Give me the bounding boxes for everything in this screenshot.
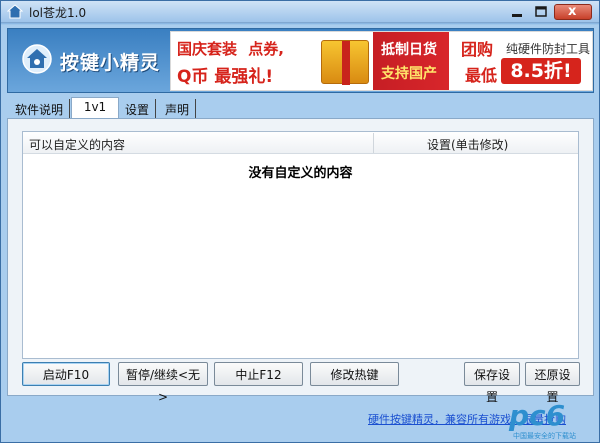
app-icon <box>7 4 23 19</box>
tab-settings[interactable]: 设置 <box>119 99 157 119</box>
banner-group-buy: 团购 <box>461 40 494 59</box>
minimize-icon[interactable] <box>507 4 527 20</box>
banner-middle-line1: 抵制日货 <box>381 42 437 58</box>
banner-lowest: 最低 <box>465 66 498 85</box>
pause-resume-button[interactable]: 暂停/继续<无> <box>118 362 208 404</box>
title-bar[interactable]: lol苍龙1.0 x <box>1 1 599 23</box>
watermark-logo: pc6 <box>509 399 566 432</box>
pc6-watermark: pc6 中国最安全的下载站 <box>509 399 595 441</box>
logo-icon <box>22 44 52 74</box>
tab-software-info[interactable]: 软件说明 <box>9 99 71 119</box>
banner-product-text: 纯硬件防封工具 <box>506 42 591 56</box>
column-header-settings[interactable]: 设置(单击修改) <box>427 136 508 153</box>
banner-promo-line2: Q币 最强礼! <box>177 67 274 87</box>
tab-panel-1v1: 可以自定义的内容 设置(单击修改) 没有自定义的内容 启动F10 暂停/继续<无… <box>7 118 594 404</box>
close-icon: x <box>568 4 577 19</box>
header-banner-area: 按键小精灵 国庆套装 点券, Q币 最强礼! 抵制日货 支持国产 团购 纯硬件防… <box>7 28 594 93</box>
tab-bar: 软件说明 1v1 设置 声明 <box>7 97 594 119</box>
banner-price: 8.5折! <box>501 58 581 84</box>
column-divider[interactable] <box>373 133 374 153</box>
stop-button[interactable]: 中止F12 <box>214 362 303 386</box>
maximize-icon[interactable] <box>531 4 551 20</box>
ad-banner[interactable]: 国庆套装 点券, Q币 最强礼! 抵制日货 支持国产 团购 纯硬件防封工具 最低… <box>170 31 593 91</box>
start-button[interactable]: 启动F10 <box>22 362 110 386</box>
window-title: lol苍龙1.0 <box>29 6 87 20</box>
save-settings-button[interactable]: 保存设置 <box>464 362 520 404</box>
column-header-content[interactable]: 可以自定义的内容 <box>29 136 125 153</box>
gift-box-icon <box>321 40 369 85</box>
watermark-subtitle: 中国最安全的下载站 <box>513 432 576 440</box>
tab-1v1[interactable]: 1v1 <box>71 97 119 119</box>
custom-content-list[interactable]: 可以自定义的内容 设置(单击修改) 没有自定义的内容 <box>22 131 579 359</box>
tab-statement[interactable]: 声明 <box>159 99 197 119</box>
change-hotkey-button[interactable]: 修改热键 <box>310 362 399 386</box>
logo-text: 按键小精灵 <box>60 52 161 74</box>
app-window: lol苍龙1.0 x 按键小精灵 国庆套装 点券, Q币 最强礼! 抵制日货 支… <box>0 0 600 443</box>
banner-promo-line1: 国庆套装 点券, <box>177 40 284 58</box>
list-header: 可以自定义的内容 设置(单击修改) <box>23 132 578 154</box>
restore-settings-button[interactable]: 还原设置 <box>525 362 580 404</box>
empty-list-message: 没有自定义的内容 <box>248 166 353 181</box>
close-button[interactable]: x <box>554 4 592 20</box>
banner-middle-line2: 支持国产 <box>381 66 437 82</box>
